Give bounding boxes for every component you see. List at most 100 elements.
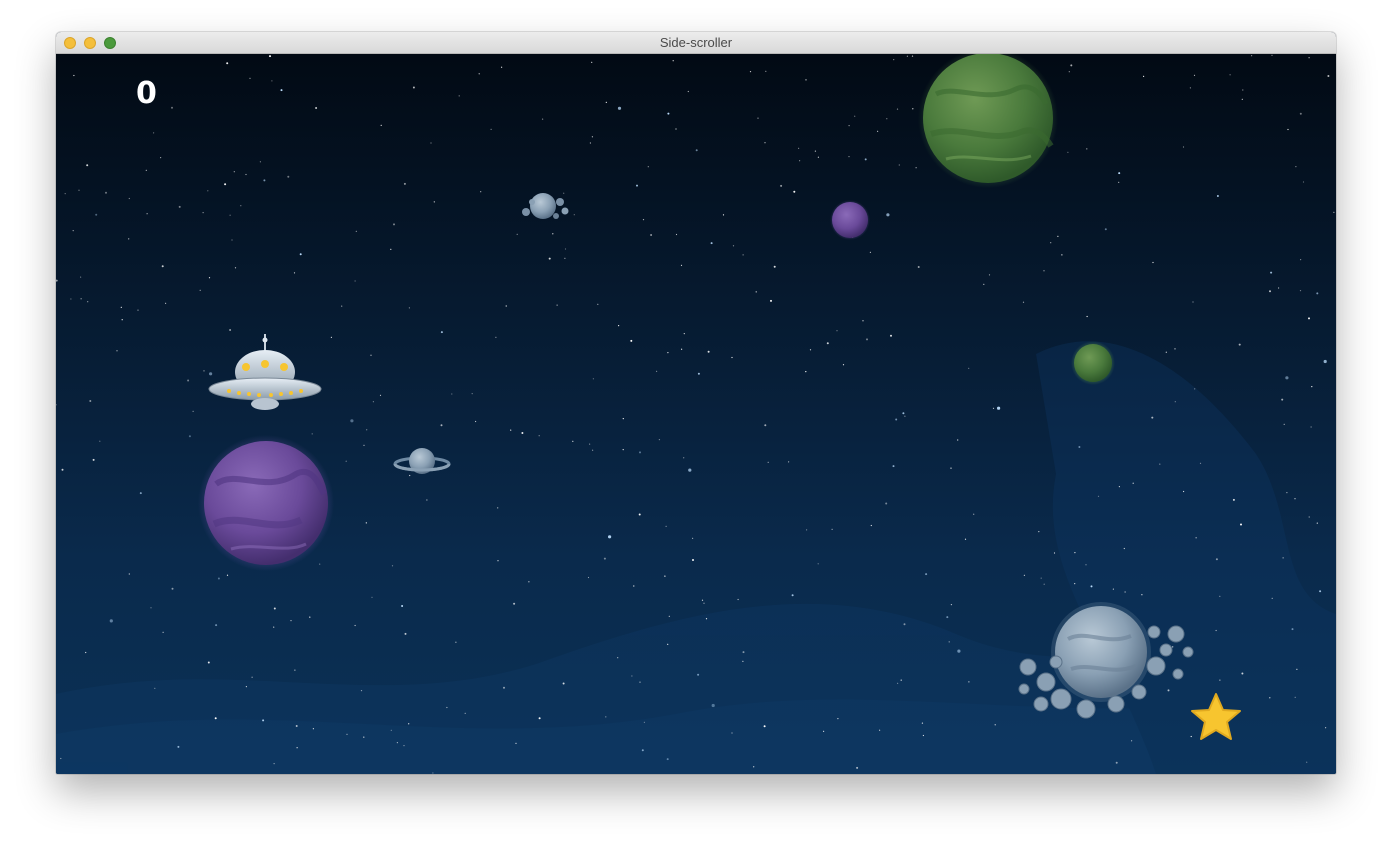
star-dot [948,641,950,643]
star-dot [396,742,398,744]
star-dot [426,499,428,501]
star-dot [354,624,356,627]
star-dot [885,502,888,505]
star-dot [393,223,395,226]
star-dot [1238,343,1241,346]
star-dot [1086,148,1088,150]
star-dot [372,401,374,403]
star-dot [917,266,920,268]
star-dot [957,439,959,441]
star-dot [451,393,453,395]
star-dot [798,147,800,149]
star-dot [346,733,348,735]
star-dot [731,356,733,359]
star-dot [603,557,606,560]
star-dot [1310,426,1312,428]
star-dot [503,686,505,689]
star-dot [755,291,757,293]
star-dot [355,230,357,232]
star-dot [904,415,906,417]
star-dot [433,201,435,203]
star-dot [528,581,530,583]
small-green-planet [1071,341,1115,385]
star-dot [1152,261,1154,264]
star-dot [866,338,868,341]
star-dot [692,559,694,561]
star-dot [56,279,58,282]
star-dot [542,118,544,120]
title-bar[interactable]: Side-scroller [56,32,1336,54]
star-dot [162,631,164,633]
star-dot [647,166,649,168]
star-dot [440,424,443,427]
star-dot [1269,697,1271,699]
star-dot [592,449,594,451]
star-dot [497,507,499,509]
star-dot [658,439,661,441]
star-dot [639,681,641,683]
star-dot [390,248,392,250]
star-dot [209,372,213,376]
star-dot [793,190,796,193]
star-dot [1043,270,1045,272]
star-dot [87,301,89,303]
star-dot [214,717,217,720]
star-dot [826,342,829,345]
star-dot [1061,254,1063,256]
star-dot [1308,317,1310,320]
star-dot [732,245,735,247]
star-dot [837,718,839,720]
star-dot [1104,228,1107,231]
star-dot [192,410,194,412]
star-dot [1141,594,1143,596]
star-dot [501,66,503,68]
small-purple-planet [830,200,870,240]
star-dot [817,156,820,158]
star-dot [161,265,164,268]
star-dot [145,169,147,171]
star-dot [617,657,619,659]
star-dot [1316,292,1319,295]
star-dot [1241,672,1244,675]
star-dot [900,679,902,681]
star-dot [1070,64,1073,67]
star-dot [675,233,678,236]
star-dot [898,164,900,166]
star-dot [409,474,411,477]
star-dot [591,136,594,138]
star-dot [1319,590,1322,593]
star-dot [650,234,653,236]
star-dot [665,525,667,527]
star-dot [73,74,75,77]
star-dot [667,112,670,115]
star-dot [608,535,612,539]
star-dot [707,350,710,353]
star-dot [788,461,790,463]
star-dot [95,213,98,216]
star-dot [666,758,669,761]
star-dot [1219,679,1221,681]
star-dot [988,274,991,276]
star-dot [80,298,82,300]
star-dot [667,643,669,645]
star-dot [249,77,251,79]
star-dot [886,118,888,120]
star-dot [893,59,895,61]
star-dot [656,370,658,372]
star-dot [636,184,638,187]
star-dot [856,766,859,769]
star-dot [805,79,807,81]
star-dot [497,560,499,562]
star-dot [1251,55,1253,57]
star-dot [287,175,290,178]
star-dot [780,184,783,187]
star-dot [1270,271,1273,274]
game-viewport[interactable]: 0 [56,54,1336,774]
star-dot [1291,628,1294,631]
star-dot [994,724,996,726]
star-dot [455,641,457,643]
star-dot [564,248,567,250]
star-dot [390,729,392,731]
star-dot [903,623,906,626]
star-dot [432,772,434,774]
